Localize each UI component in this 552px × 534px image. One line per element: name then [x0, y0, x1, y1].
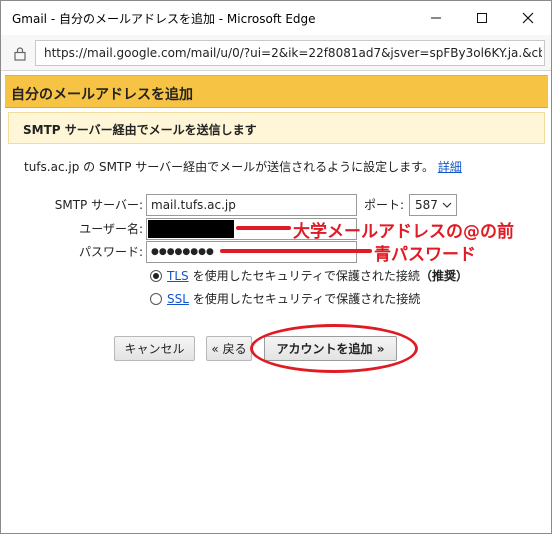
port-select[interactable]: 587	[409, 194, 457, 216]
password-label: パスワード:	[78, 245, 143, 259]
tls-radio[interactable]	[150, 269, 162, 282]
title-bar: Gmail - 自分のメールアドレスを追加 - Microsoft Edge	[1, 1, 551, 35]
annotation-password-note: 青パスワード	[374, 245, 476, 265]
description: tufs.ac.jp の SMTP サーバー経由でメールが送信されるように設定し…	[24, 158, 462, 175]
smtp-server-value: mail.tufs.ac.jp	[151, 198, 236, 212]
close-button[interactable]	[505, 1, 551, 35]
annotation-username-note: 大学メールアドレスの@の前	[293, 222, 514, 242]
url-text: https://mail.google.com/mail/u/0/?ui=2&i…	[44, 46, 542, 60]
tls-text: を使用したセキュリティで保護された接続	[192, 269, 420, 283]
tls-link[interactable]: TLS	[167, 269, 189, 283]
smtp-server-label: SMTP サーバー:	[54, 198, 143, 212]
minimize-button[interactable]	[413, 1, 459, 35]
minimize-icon	[431, 17, 441, 19]
ssl-option[interactable]: SSL を使用したセキュリティで保護された接続	[150, 290, 420, 307]
ssl-radio[interactable]	[150, 292, 162, 305]
details-link[interactable]: 詳細	[438, 160, 462, 174]
maximize-icon	[477, 13, 487, 23]
window-title: Gmail - 自分のメールアドレスを追加 - Microsoft Edge	[12, 12, 316, 26]
back-button[interactable]: « 戻る	[206, 336, 252, 361]
section-title: SMTP サーバー経由でメールを送信します	[23, 123, 257, 137]
password-value: ●●●●●●●●	[151, 247, 214, 257]
url-field[interactable]: https://mail.google.com/mail/u/0/?ui=2&i…	[35, 40, 545, 66]
browser-window: Gmail - 自分のメールアドレスを追加 - Microsoft Edge h…	[0, 0, 552, 534]
cancel-button[interactable]: キャンセル	[114, 336, 195, 361]
tls-recommended: （推奨）	[419, 269, 468, 283]
annotation-arrow-username	[236, 226, 291, 230]
port-value: 587	[415, 198, 438, 212]
description-text: tufs.ac.jp の SMTP サーバー経由でメールが送信されるように設定し…	[24, 160, 434, 174]
redacted-username	[148, 220, 234, 238]
smtp-server-input[interactable]: mail.tufs.ac.jp	[146, 194, 357, 216]
chevron-down-icon	[442, 202, 452, 208]
close-icon	[522, 12, 534, 24]
annotation-arrow-password	[220, 249, 372, 253]
address-bar: https://mail.google.com/mail/u/0/?ui=2&i…	[1, 35, 551, 71]
ssl-link[interactable]: SSL	[167, 292, 189, 306]
annotation-highlight-ellipse	[250, 324, 418, 373]
dialog-title: 自分のメールアドレスを追加	[11, 87, 193, 103]
username-label: ユーザー名:	[79, 222, 143, 236]
port-label: ポート:	[364, 198, 405, 212]
lock-icon	[14, 47, 26, 61]
maximize-button[interactable]	[459, 1, 505, 35]
section-header: SMTP サーバー経由でメールを送信します	[8, 112, 545, 144]
ssl-text: を使用したセキュリティで保護された接続	[192, 292, 421, 306]
tls-option[interactable]: TLS を使用したセキュリティで保護された接続 （推奨）	[150, 267, 468, 284]
dialog-header: 自分のメールアドレスを追加	[5, 75, 548, 108]
